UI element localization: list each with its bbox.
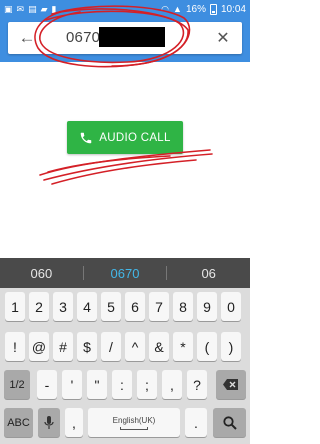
symbol-page-toggle-key[interactable]: 1/2 xyxy=(4,370,30,399)
keyboard-row-numbers: 1 2 3 4 5 6 7 8 9 0 xyxy=(0,292,250,328)
number-search-field[interactable]: ← 0670 ✕ xyxy=(8,22,242,54)
key-semicolon[interactable]: ; xyxy=(137,370,157,399)
key-ampersand[interactable]: & xyxy=(149,332,169,361)
key-slash[interactable]: / xyxy=(101,332,121,361)
key-exclamation[interactable]: ! xyxy=(5,332,25,361)
mic-key[interactable] xyxy=(38,408,60,437)
key-dollar[interactable]: $ xyxy=(77,332,97,361)
key-comma-bottom[interactable]: , xyxy=(65,408,83,437)
mic-icon xyxy=(44,415,54,429)
audio-call-label: AUDIO CALL xyxy=(99,131,171,144)
audio-call-button[interactable]: AUDIO CALL xyxy=(67,121,183,154)
key-8[interactable]: 8 xyxy=(173,292,193,321)
arrow-left-icon[interactable]: ← xyxy=(12,22,42,54)
notification-icons: ▣ ✉ ▤ ▰ ▮ xyxy=(4,4,56,14)
wifi-icon: ◠ xyxy=(161,4,170,14)
key-asterisk[interactable]: * xyxy=(173,332,193,361)
key-apostrophe[interactable]: ' xyxy=(62,370,82,399)
key-7[interactable]: 7 xyxy=(149,292,169,321)
key-5[interactable]: 5 xyxy=(101,292,121,321)
key-question[interactable]: ? xyxy=(187,370,207,399)
clock: 10:04 xyxy=(220,3,246,15)
search-key[interactable] xyxy=(213,408,246,437)
flag-notification-icon: ▰ xyxy=(40,4,48,14)
keyboard-row-bottom: ABC , English(UK) . xyxy=(0,408,250,444)
key-colon[interactable]: : xyxy=(112,370,132,399)
keyboard: 1 2 3 4 5 6 7 8 9 0 ! @ # $ / ^ & * ( ) … xyxy=(0,288,250,444)
key-4[interactable]: 4 xyxy=(77,292,97,321)
key-hyphen[interactable]: - xyxy=(37,370,57,399)
pin-notification-icon: ▮ xyxy=(51,4,57,14)
key-close-paren[interactable]: ) xyxy=(221,332,241,361)
key-1[interactable]: 1 xyxy=(5,292,25,321)
backspace-key[interactable] xyxy=(216,370,246,399)
system-icons: ◠ ▲ 16% 10:04 xyxy=(161,3,246,15)
key-6[interactable]: 6 xyxy=(125,292,145,321)
key-at[interactable]: @ xyxy=(29,332,49,361)
key-hash[interactable]: # xyxy=(53,332,73,361)
close-icon[interactable]: ✕ xyxy=(210,22,236,54)
suggestion-item[interactable]: 06 xyxy=(167,266,250,281)
suggestion-item-selected[interactable]: 0670 xyxy=(84,266,167,281)
space-icon xyxy=(120,426,148,430)
space-bar[interactable]: English(UK) xyxy=(88,408,180,437)
space-bar-language-label: English(UK) xyxy=(112,415,156,425)
message-notification-icon: ✉ xyxy=(16,4,25,14)
keyboard-row-punctuation: 1/2 - ' " : ; , ? xyxy=(0,370,250,406)
key-double-quote[interactable]: " xyxy=(87,370,107,399)
search-icon xyxy=(222,415,237,430)
abc-mode-key[interactable]: ABC xyxy=(4,408,33,437)
key-caret[interactable]: ^ xyxy=(125,332,145,361)
phone-number-value[interactable]: 0670 xyxy=(66,29,100,46)
image-notification-icon: ▣ xyxy=(4,4,13,14)
phone-icon xyxy=(81,132,92,143)
key-3[interactable]: 3 xyxy=(53,292,73,321)
status-bar: ▣ ✉ ▤ ▰ ▮ ◠ ▲ 16% 10:04 xyxy=(0,0,250,18)
backspace-icon xyxy=(223,379,238,390)
key-0[interactable]: 0 xyxy=(221,292,241,321)
redaction-block xyxy=(99,27,165,47)
suggestion-item[interactable]: 060 xyxy=(0,266,83,281)
key-period[interactable]: . xyxy=(185,408,207,437)
key-2[interactable]: 2 xyxy=(29,292,49,321)
lock-notification-icon: ▤ xyxy=(28,4,37,14)
key-9[interactable]: 9 xyxy=(197,292,217,321)
keyboard-row-symbols: ! @ # $ / ^ & * ( ) xyxy=(0,332,250,368)
suggestion-strip: 060 0670 06 xyxy=(0,258,250,288)
key-open-paren[interactable]: ( xyxy=(197,332,217,361)
key-comma[interactable]: , xyxy=(162,370,182,399)
battery-icon xyxy=(209,3,217,15)
signal-icon: ▲ xyxy=(173,4,182,14)
battery-percent: 16% xyxy=(185,3,206,15)
